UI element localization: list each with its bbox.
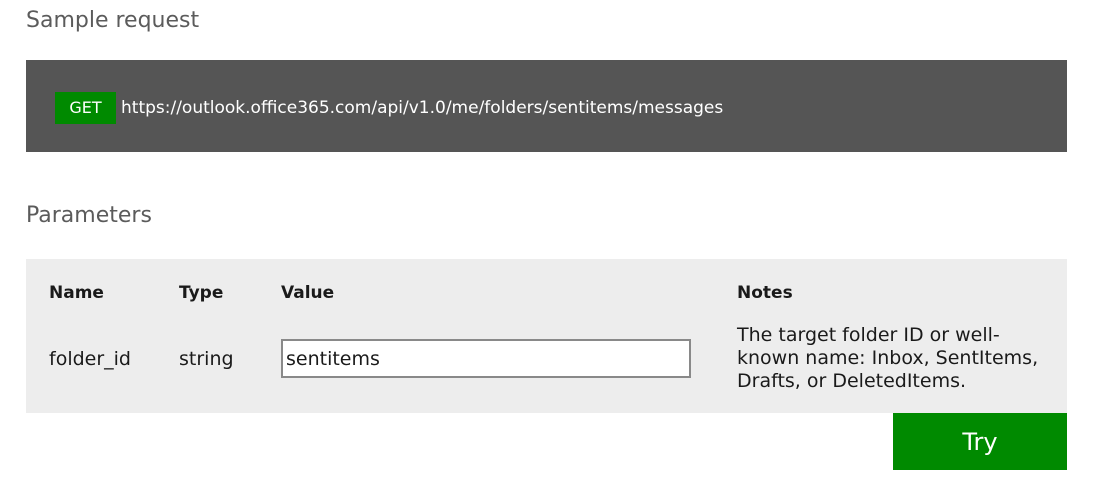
column-header-value: Value [281, 283, 335, 303]
param-type: string [179, 348, 234, 370]
param-name: folder_id [49, 348, 131, 370]
column-header-notes: Notes [737, 283, 793, 303]
request-bar: GET https://outlook.office365.com/api/v1… [26, 60, 1067, 152]
column-header-name: Name [49, 283, 104, 303]
http-method-badge: GET [55, 92, 116, 124]
column-header-type: Type [179, 283, 224, 303]
parameters-title: Parameters [26, 203, 152, 228]
param-notes: The target folder ID or well-known name:… [737, 324, 1039, 392]
sample-request-title: Sample request [26, 8, 200, 33]
folder-id-value-input[interactable] [281, 339, 691, 378]
try-button[interactable]: Try [893, 413, 1067, 470]
parameters-table: Name Type Value Notes folder_id string T… [26, 259, 1067, 413]
request-url: https://outlook.office365.com/api/v1.0/m… [121, 98, 724, 118]
